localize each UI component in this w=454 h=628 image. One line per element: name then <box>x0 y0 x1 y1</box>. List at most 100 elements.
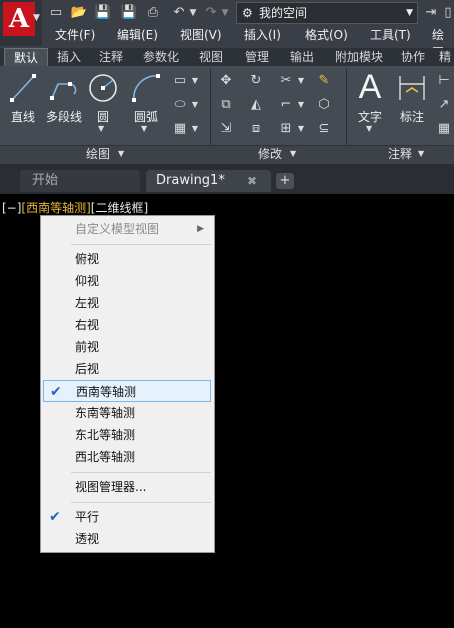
view-control[interactable]: [西南等轴测] <box>21 201 90 215</box>
chevron-down-icon[interactable]: ▼ <box>418 146 424 162</box>
text-a-icon: A <box>358 68 382 106</box>
menu-edit[interactable]: 编辑(E) <box>117 26 158 44</box>
menu-item-label: 透视 <box>75 532 100 546</box>
close-tab-icon[interactable]: ✖ <box>247 170 257 192</box>
arc-tool[interactable]: 圆弧 ▼ <box>124 70 168 142</box>
mirror-icon[interactable]: ◭ <box>246 96 266 114</box>
sign-in-icon[interactable]: ⇥ <box>424 4 438 22</box>
erase-icon[interactable]: ✎ <box>314 72 334 90</box>
menu-item-label: 左视 <box>75 296 100 310</box>
polyline-tool[interactable]: 多段线 <box>42 70 86 126</box>
chevron-down-icon[interactable]: ▼ <box>190 120 200 138</box>
menu-tools[interactable]: 工具(T) <box>370 26 411 44</box>
save-as-icon[interactable]: 💾 <box>120 4 138 22</box>
copy-icon[interactable]: ⧉ <box>216 96 236 114</box>
autocad-logo-icon: A <box>3 2 35 36</box>
circle-tool[interactable]: 圆 ▼ <box>86 70 120 142</box>
dimension-tool[interactable]: 标注 <box>392 70 432 126</box>
array-icon[interactable]: ⊞ <box>276 120 296 138</box>
menu-item-se-isometric[interactable]: 东南等轴测 <box>41 402 214 424</box>
chevron-down-icon: ▼ <box>141 124 148 133</box>
tab-output[interactable]: 输出 <box>282 48 322 66</box>
application-menu-button[interactable]: A ▼ <box>0 0 42 46</box>
tab-manage[interactable]: 管理 <box>234 48 280 66</box>
rectangle-icon[interactable]: ▭ <box>170 72 190 90</box>
line-label: 直线 <box>10 110 35 124</box>
chevron-down-icon[interactable]: ▼ <box>296 96 306 114</box>
offset-icon[interactable]: ⊆ <box>314 120 334 138</box>
trim-icon[interactable]: ✂ <box>276 72 296 90</box>
tab-collaborate[interactable]: 协作 <box>394 48 432 66</box>
chevron-down-icon[interactable]: ▼ <box>190 72 200 90</box>
stretch-icon[interactable]: ⇲ <box>216 120 236 138</box>
explode-icon[interactable]: ⬡ <box>314 96 334 114</box>
tab-start[interactable]: 开始 <box>20 170 140 192</box>
fillet-icon[interactable]: ⌐ <box>276 96 296 114</box>
linear-dimension-icon[interactable]: ⊢ <box>434 72 454 90</box>
move-icon[interactable]: ✥ <box>216 72 236 90</box>
chevron-down-icon: ▼ <box>406 8 413 18</box>
line-tool[interactable]: 直线 <box>6 70 40 126</box>
menu-item-nw-isometric[interactable]: 西北等轴测 <box>41 446 214 468</box>
text-tool[interactable]: A 文字 ▼ <box>352 70 388 142</box>
tab-view[interactable]: 视图 <box>192 48 230 66</box>
menu-item-sw-isometric[interactable]: ✔ 西南等轴测 <box>43 380 211 402</box>
tab-home[interactable]: 默认 <box>4 48 48 66</box>
annotation-panel-title[interactable]: 注释 <box>388 146 412 162</box>
scale-icon[interactable]: ⧈ <box>246 120 266 138</box>
menu-view[interactable]: 视图(V) <box>180 26 222 44</box>
draw-panel-title[interactable]: 绘图 <box>86 146 110 162</box>
chevron-down-icon[interactable]: ▼ <box>296 120 306 138</box>
menu-item-ne-isometric[interactable]: 东北等轴测 <box>41 424 214 446</box>
menu-insert[interactable]: 插入(I) <box>244 26 281 44</box>
arc-label: 圆弧 <box>133 110 158 124</box>
menu-item-bottom[interactable]: 仰视 <box>41 270 214 292</box>
menu-item-view-manager[interactable]: 视图管理器... <box>41 476 214 498</box>
visual-style-control[interactable]: [二维线框] <box>91 201 148 215</box>
redo-dropdown-icon[interactable]: ▼ <box>220 4 230 22</box>
rotate-icon[interactable]: ↻ <box>246 72 266 90</box>
checkmark-icon: ✔ <box>49 509 61 525</box>
undo-icon[interactable]: ↶ <box>170 4 188 22</box>
tab-addins[interactable]: 附加模块 <box>326 48 392 66</box>
open-folder-icon[interactable]: 📂 <box>70 4 88 22</box>
new-file-icon[interactable]: ▭ <box>48 4 64 22</box>
menu-item-parallel[interactable]: ✔ 平行 <box>41 506 214 528</box>
tab-insert[interactable]: 插入 <box>50 48 88 66</box>
menu-format[interactable]: 格式(O) <box>305 26 348 44</box>
undo-dropdown-icon[interactable]: ▼ <box>188 4 198 22</box>
tab-annotate[interactable]: 注释 <box>92 48 130 66</box>
chevron-down-icon[interactable]: ▼ <box>190 96 200 114</box>
menu-item-custom-views[interactable]: 自定义模型视图 ▶ <box>41 218 214 240</box>
menu-separator <box>71 502 211 503</box>
polyline-label: 多段线 <box>45 110 82 124</box>
menu-item-back[interactable]: 后视 <box>41 358 214 380</box>
menu-draw[interactable]: 绘图 <box>432 26 454 60</box>
table-icon[interactable]: ▦ <box>434 120 454 138</box>
hatch-icon[interactable]: ▦ <box>170 120 190 138</box>
viewport-menu-control[interactable]: [−] <box>2 201 21 215</box>
modify-panel-title[interactable]: 修改 <box>258 146 282 162</box>
redo-icon[interactable]: ↷ <box>202 4 220 22</box>
tab-featured[interactable]: 精 <box>436 48 454 66</box>
chevron-down-icon[interactable]: ▼ <box>290 146 296 162</box>
menu-item-right[interactable]: 右视 <box>41 314 214 336</box>
print-icon[interactable]: ⎙ <box>144 4 162 22</box>
menu-item-top[interactable]: 俯视 <box>41 248 214 270</box>
view-context-menu: 自定义模型视图 ▶ 俯视 仰视 左视 右视 前视 后视 ✔ 西南等轴测 东南等轴… <box>40 215 215 553</box>
tab-parametric[interactable]: 参数化 <box>134 48 188 66</box>
menu-file[interactable]: 文件(F) <box>55 26 95 44</box>
menu-item-left[interactable]: 左视 <box>41 292 214 314</box>
leader-icon[interactable]: ↗ <box>434 96 454 114</box>
menu-item-perspective[interactable]: 透视 <box>41 528 214 550</box>
save-icon[interactable]: 💾 <box>94 4 112 22</box>
chevron-down-icon[interactable]: ▼ <box>296 72 306 90</box>
file-icon[interactable]: ▯ <box>442 4 454 22</box>
ellipse-icon[interactable]: ⬭ <box>170 96 190 114</box>
chevron-down-icon[interactable]: ▼ <box>118 146 124 162</box>
workspace-dropdown[interactable]: ⚙ 我的空间 ▼ <box>236 2 418 24</box>
new-tab-button[interactable]: + <box>276 173 294 189</box>
menu-item-front[interactable]: 前视 <box>41 336 214 358</box>
chevron-down-icon: ▼ <box>366 124 373 133</box>
menu-item-label: 东北等轴测 <box>75 428 136 442</box>
